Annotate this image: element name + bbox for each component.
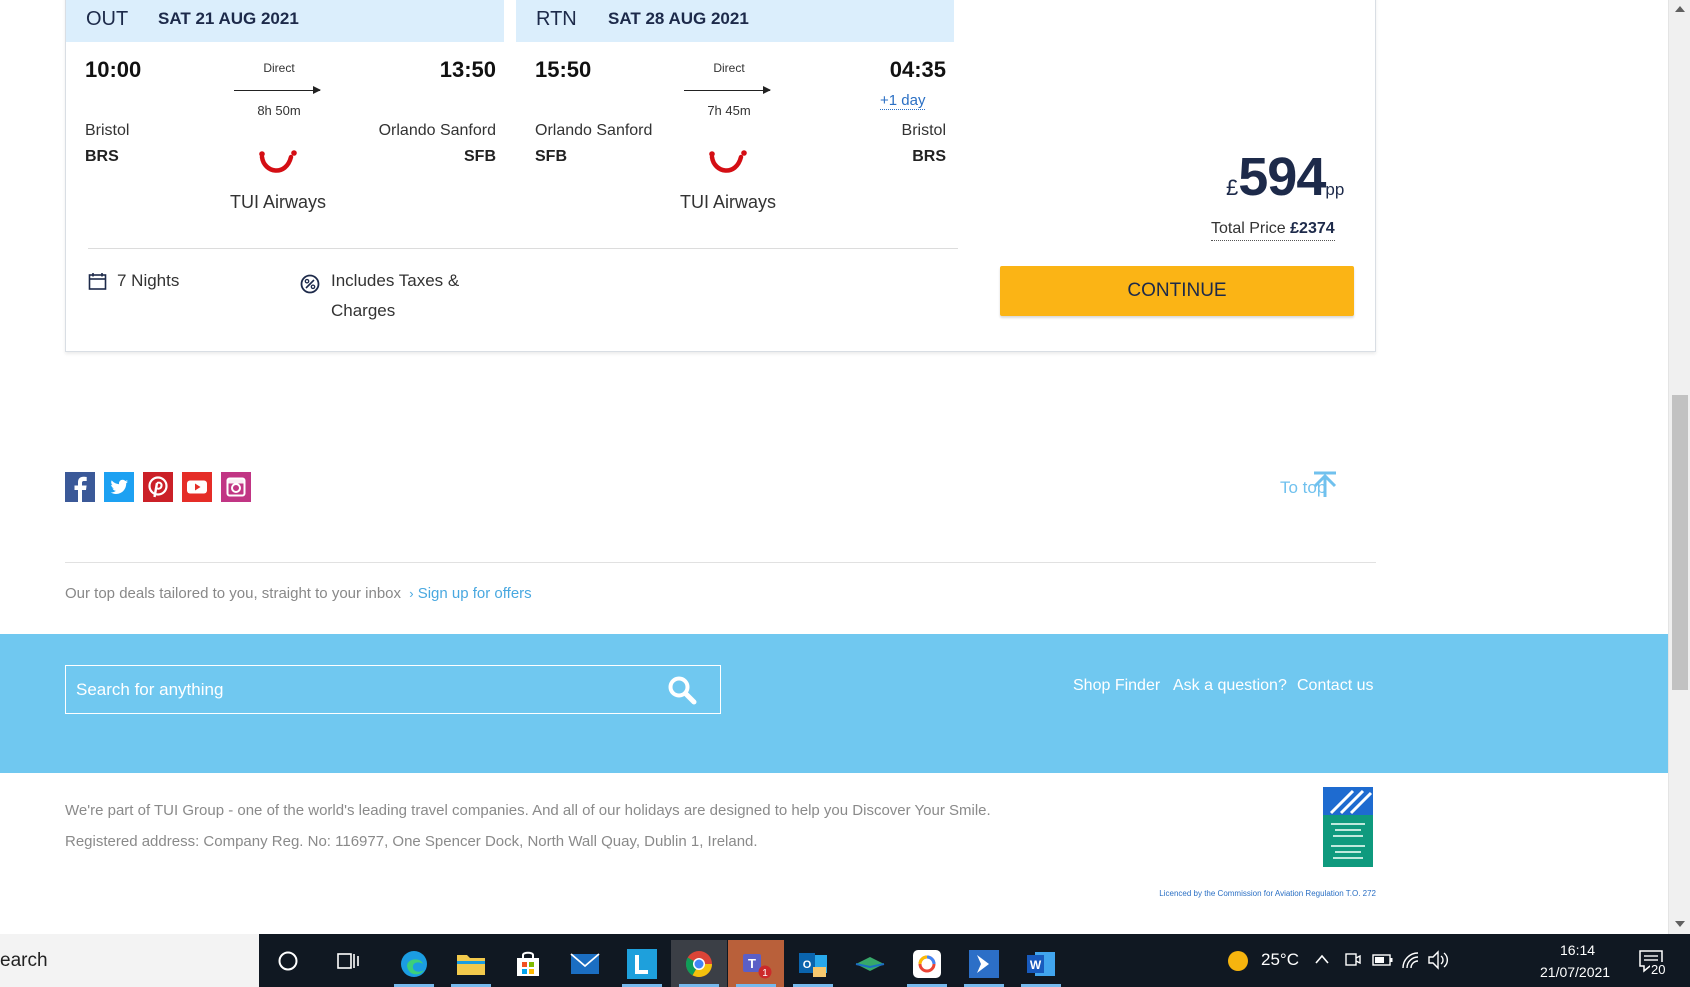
return-to-code: BRS [912, 148, 946, 165]
tui-logo-icon [259, 150, 297, 173]
taskbar-search[interactable]: earch [0, 934, 259, 987]
return-airline: TUI Airways [679, 192, 776, 212]
weather-temp[interactable]: 25°C [1261, 950, 1299, 970]
outbound-duration: 8h 50m [257, 103, 301, 118]
outbound-from-code: BRS [85, 148, 119, 165]
return-direction: RTN [536, 7, 577, 30]
nights-count: 7 Nights [117, 271, 180, 290]
calendar-icon [88, 273, 107, 290]
return-duration: 7h 45m [707, 103, 751, 118]
outbound-to-city: Orlando Sanford [378, 122, 496, 139]
price-currency: £ [1226, 175, 1239, 200]
outbound-arrow-icon [234, 86, 321, 94]
teams-badge: 1 [762, 968, 768, 979]
svg-text:W: W [1030, 958, 1042, 972]
outbound-depart-time: 10:00 [85, 57, 142, 82]
outbound-date: SAT 21 AUG 2021 [158, 9, 299, 28]
sign-up-link[interactable]: › Sign up for offers [409, 585, 531, 602]
return-from-code: SFB [535, 148, 567, 165]
svg-text:T: T [748, 956, 756, 971]
file-explorer-icon[interactable] [443, 940, 499, 987]
outlook-icon[interactable]: O [785, 940, 841, 987]
return-header: RTN SAT 28 AUG 2021 [516, 0, 954, 42]
task-view-icon[interactable] [337, 950, 361, 972]
teams-icon[interactable]: T1 [728, 940, 784, 987]
footer-divider [65, 562, 1376, 563]
outbound-arrive-time: 13:50 [439, 57, 496, 82]
card-divider [88, 248, 958, 249]
store-icon[interactable] [500, 940, 556, 987]
outbound-airline: TUI Airways [229, 192, 326, 212]
aviation-regulator-logo [1323, 787, 1373, 867]
outbound-to-code: SFB [464, 148, 496, 165]
mail-icon[interactable] [557, 940, 613, 987]
weather-sun-icon[interactable] [1226, 949, 1250, 973]
legal-text-group: We're part of TUI Group - one of the wor… [65, 802, 991, 819]
tui-logo-icon [709, 150, 747, 173]
chevron-up-icon[interactable] [1314, 952, 1330, 966]
return-from-city: Orlando Sanford [535, 122, 653, 139]
page-scrollbar[interactable] [1668, 0, 1690, 934]
shop-finder-link[interactable]: Shop Finder [1073, 677, 1160, 695]
power-automate-icon[interactable] [956, 940, 1012, 987]
instagram-icon[interactable] [221, 472, 251, 502]
l-app-icon[interactable] [614, 940, 670, 987]
return-depart-time: 15:50 [535, 57, 592, 82]
total-price-value: £2374 [1290, 220, 1335, 237]
ask-question-link[interactable]: Ask a question? [1173, 677, 1287, 695]
outbound-stops: Direct [263, 61, 295, 75]
volume-icon[interactable] [1427, 949, 1451, 971]
continue-button[interactable]: CONTINUE [1000, 266, 1354, 316]
site-search [65, 665, 721, 714]
return-to-city: Bristol [901, 122, 946, 139]
chevron-right-icon: › [409, 586, 414, 601]
clock-time[interactable]: 16:14 [1560, 942, 1595, 958]
meet-now-icon[interactable] [1344, 950, 1362, 970]
sign-up-link-label: Sign up for offers [417, 585, 532, 602]
arrow-up-icon[interactable] [1311, 470, 1339, 498]
facebook-icon[interactable] [65, 472, 95, 502]
youtube-icon[interactable] [182, 472, 212, 502]
scroll-down-icon[interactable] [1675, 921, 1685, 927]
return-arrow-icon [684, 86, 771, 94]
newsletter-row: Our top deals tailored to you, straight … [65, 585, 532, 602]
outbound-from-city: Bristol [85, 122, 130, 139]
outbound-header: OUT SAT 21 AUG 2021 [66, 0, 504, 42]
clock-date[interactable]: 21/07/2021 [1540, 964, 1610, 980]
wifi-icon[interactable] [1400, 950, 1422, 970]
legal-text-address: Registered address: Company Reg. No: 116… [65, 833, 758, 850]
licence-text: Licenced by the Commission for Aviation … [1159, 889, 1376, 898]
site-search-input[interactable] [66, 666, 720, 713]
twitter-icon[interactable] [104, 472, 134, 502]
edge-icon[interactable] [386, 940, 442, 987]
pinterest-icon[interactable] [143, 472, 173, 502]
notification-count: 20 [1650, 962, 1667, 977]
outbound-direction: OUT [86, 7, 129, 30]
cortana-icon[interactable] [277, 950, 299, 972]
price-unit: pp [1325, 180, 1345, 199]
contact-us-link[interactable]: Contact us [1297, 677, 1373, 695]
return-plus-day-link[interactable]: +1 day [880, 92, 926, 110]
total-price[interactable]: Total Price £2374 [1211, 220, 1335, 241]
word-icon[interactable]: W [1013, 940, 1069, 987]
photos-icon[interactable] [899, 940, 955, 987]
windows-taskbar: earch T1 O W 25°C 16:14 21/07/2021 20 [0, 934, 1690, 987]
return-arrive-time: 04:35 [889, 57, 946, 82]
taxes-note-line1: Includes Taxes & [331, 271, 460, 290]
total-price-label: Total Price [1211, 220, 1286, 237]
newsletter-text: Our top deals tailored to you, straight … [65, 585, 402, 602]
taxes-note-line2: Charges [331, 301, 396, 320]
price-amount: 594 [1238, 147, 1326, 207]
return-stops: Direct [713, 61, 745, 75]
scroll-up-icon[interactable] [1675, 6, 1685, 12]
scrollbar-thumb[interactable] [1672, 395, 1688, 690]
battery-icon[interactable] [1372, 951, 1394, 969]
search-icon[interactable] [666, 674, 698, 706]
svg-text:O: O [803, 959, 812, 971]
percent-icon [300, 274, 320, 294]
chrome-icon[interactable] [671, 940, 727, 987]
maps-icon[interactable] [842, 940, 898, 987]
price-per-person: £594pp [1226, 146, 1344, 208]
return-date: SAT 28 AUG 2021 [608, 9, 749, 28]
